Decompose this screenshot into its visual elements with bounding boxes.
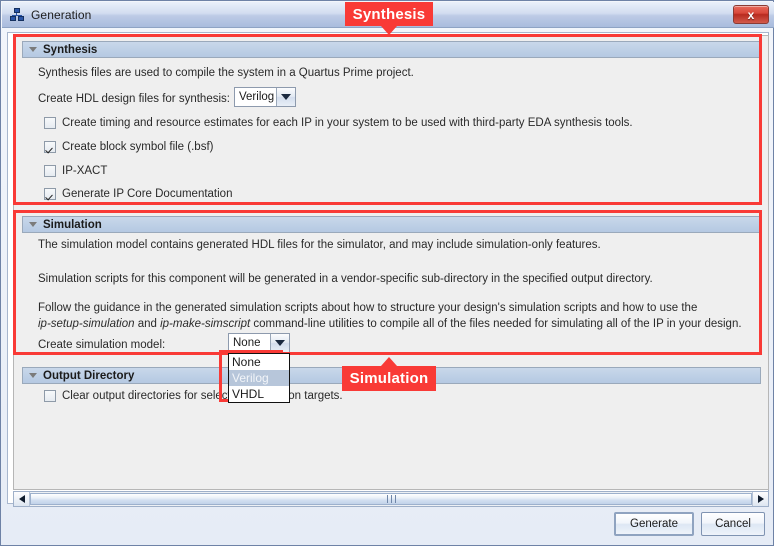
- checkbox-row-block-symbol-file[interactable]: Create block symbol file (.bsf): [44, 141, 213, 153]
- generation-dialog-screenshot: Generation x Synthesis Synthesis files a…: [0, 0, 774, 546]
- checkbox-clear-output-directories[interactable]: [44, 390, 56, 402]
- paragraph-3-tail: command-line utilities to compile all of…: [250, 318, 742, 330]
- simulation-model-dropdown-button[interactable]: [270, 334, 289, 352]
- arrow-right-icon: [757, 495, 764, 503]
- close-button[interactable]: x: [733, 5, 769, 24]
- chevron-down-icon: [281, 94, 291, 100]
- simulation-paragraph-3-line-1: Follow the guidance in the generated sim…: [38, 302, 698, 314]
- collapse-triangle-icon: [29, 222, 37, 227]
- checkbox-ip-xact[interactable]: [44, 165, 56, 177]
- synthesis-description: Synthesis files are used to compile the …: [38, 67, 414, 79]
- chevron-down-icon: [275, 340, 285, 346]
- generate-button[interactable]: Generate: [614, 512, 694, 536]
- dialog-content-panel: Synthesis Synthesis files are used to co…: [7, 32, 769, 507]
- utility-name-ip-make-simscript: ip-make-simscript: [160, 318, 251, 330]
- scroll-left-button[interactable]: [14, 492, 30, 506]
- checkbox-row-timing-estimates[interactable]: Create timing and resource estimates for…: [44, 117, 633, 129]
- scroll-viewport: Synthesis Synthesis files are used to co…: [13, 35, 769, 490]
- scroll-right-button[interactable]: [752, 492, 768, 506]
- callout-tail-icon: [381, 357, 397, 366]
- generation-window: Generation x Synthesis Synthesis files a…: [0, 0, 774, 546]
- group-title-synthesis: Synthesis: [43, 43, 98, 56]
- collapse-triangle-icon: [29, 47, 37, 52]
- group-title-output-directory: Output Directory: [43, 369, 135, 382]
- generate-button-label: Generate: [630, 518, 678, 530]
- group-header-synthesis[interactable]: Synthesis: [22, 41, 761, 58]
- hdl-design-files-label: Create HDL design files for synthesis:: [38, 93, 230, 105]
- checkbox-block-symbol-file[interactable]: [44, 141, 56, 153]
- checkbox-ip-core-documentation[interactable]: [44, 188, 56, 200]
- dropdown-option-none[interactable]: None: [229, 354, 289, 370]
- simulation-model-value: None: [229, 334, 270, 352]
- callout-simulation: Simulation: [342, 357, 436, 391]
- simulation-model-label: Create simulation model:: [38, 339, 166, 351]
- scrollbar-thumb[interactable]: [30, 493, 752, 505]
- close-icon: x: [747, 7, 755, 22]
- window-title: Generation: [31, 7, 92, 22]
- checkbox-label-block-symbol-file: Create block symbol file (.bsf): [62, 141, 214, 153]
- checkbox-label-ip-core-documentation: Generate IP Core Documentation: [62, 188, 233, 200]
- checkbox-label-timing-estimates: Create timing and resource estimates for…: [62, 117, 633, 129]
- simulation-model-combobox[interactable]: None: [228, 333, 290, 353]
- simulation-paragraph-3-line-2: ip-setup-simulation and ip-make-simscrip…: [38, 318, 742, 330]
- cancel-button-label: Cancel: [715, 518, 751, 530]
- simulation-model-dropdown-list[interactable]: None Verilog VHDL: [228, 353, 290, 403]
- cancel-button[interactable]: Cancel: [701, 512, 765, 536]
- hdl-language-value: Verilog: [235, 88, 276, 106]
- dropdown-option-vhdl[interactable]: VHDL: [229, 386, 289, 402]
- checkbox-row-ip-xact[interactable]: IP-XACT: [44, 165, 107, 177]
- checkbox-label-ip-xact: IP-XACT: [62, 165, 108, 177]
- hdl-language-dropdown-button[interactable]: [276, 88, 295, 106]
- scrollbar-grip-icon: [386, 495, 396, 503]
- checkbox-timing-estimates[interactable]: [44, 117, 56, 129]
- group-header-simulation[interactable]: Simulation: [22, 216, 761, 233]
- callout-synthesis: Synthesis: [345, 2, 433, 35]
- paragraph-3-conjunction: and: [134, 318, 161, 330]
- hierarchy-icon: [9, 7, 25, 23]
- callout-simulation-label: Simulation: [349, 370, 429, 387]
- arrow-left-icon: [18, 495, 25, 503]
- dropdown-option-verilog[interactable]: Verilog: [229, 370, 289, 386]
- simulation-paragraph-1: The simulation model contains generated …: [38, 239, 601, 251]
- callout-synthesis-label: Synthesis: [352, 5, 426, 23]
- callout-tail-icon: [381, 26, 397, 35]
- utility-name-ip-setup-simulation: ip-setup-simulation: [38, 318, 135, 330]
- horizontal-scrollbar[interactable]: [13, 491, 769, 507]
- hdl-language-combobox[interactable]: Verilog: [234, 87, 296, 107]
- collapse-triangle-icon: [29, 373, 37, 378]
- simulation-paragraph-2: Simulation scripts for this component wi…: [38, 273, 653, 285]
- checkbox-row-clear-output-directories[interactable]: Clear output directories for selected ge…: [44, 390, 343, 402]
- checkbox-label-clear-output-directories: Clear output directories for selected ge…: [62, 390, 343, 402]
- checkbox-row-ip-core-documentation[interactable]: Generate IP Core Documentation: [44, 188, 232, 200]
- group-title-simulation: Simulation: [43, 218, 102, 231]
